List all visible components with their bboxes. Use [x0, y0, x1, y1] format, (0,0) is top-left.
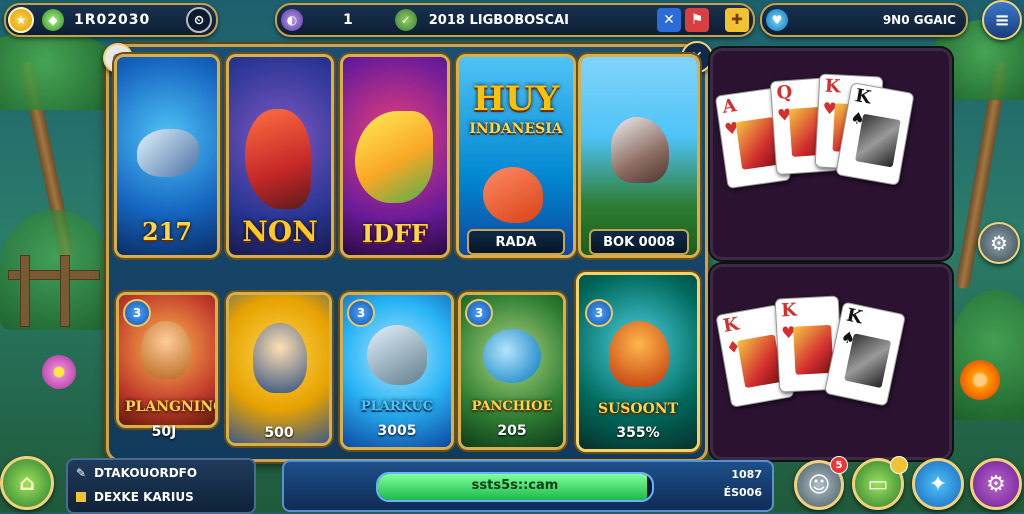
info-line-2: DEXKE KARIUS: [94, 490, 194, 504]
progress-right-line-1: 1087: [731, 468, 762, 481]
card-face-art: [844, 333, 892, 389]
lantern-icon: [483, 329, 541, 383]
menu-button[interactable]: ≡: [982, 0, 1022, 40]
card-rank: A: [720, 95, 738, 118]
character-portrait: [609, 321, 669, 387]
bonus-pill[interactable]: ♥ 9N0 GGAIC: [760, 3, 968, 37]
level-badge: 3: [347, 299, 375, 327]
card-face-art: [855, 113, 901, 168]
char-card-4[interactable]: 3 PANCHIOE 205: [458, 292, 566, 450]
balance-value: 1R02030: [74, 12, 151, 28]
card-table-bottom[interactable]: K ♦ K ♥ K ♠: [710, 264, 952, 460]
card-table-top[interactable]: A ♥ Q ♥ K ♥ K ♠: [710, 48, 952, 260]
char-card-1[interactable]: 3 PLANGNING: [116, 292, 218, 428]
level-badge: 3: [123, 299, 151, 327]
character-portrait: [253, 323, 307, 393]
char-card-5-value: 355%: [616, 425, 660, 441]
game-card-4-subtitle: INDANESIA: [469, 121, 563, 137]
progress-right-line-2: ÉS006: [723, 486, 762, 499]
char-card-5-caption: SUSOONT: [597, 401, 679, 417]
pencil-icon: ✎: [76, 466, 87, 480]
level-badge: 3: [465, 299, 493, 327]
char-card-1-value: 50J: [151, 424, 177, 440]
balance-pill[interactable]: ★ ◆ 1R02030 ⏲: [4, 3, 218, 37]
game-card-1[interactable]: 217: [114, 54, 220, 258]
game-card-4-value: RADA: [467, 229, 565, 255]
card-face-art: [793, 324, 834, 375]
char-card-5[interactable]: 3 SUSOONT 355%: [576, 272, 700, 452]
game-card-2[interactable]: NON: [226, 54, 334, 258]
fish-icon: [367, 325, 427, 385]
bonus-text: 9N0 GGAIC: [882, 13, 956, 27]
ticket-icon: [76, 492, 86, 502]
game-card-4[interactable]: HUY INDANESIA RADA: [456, 54, 576, 258]
card-rank: K: [824, 75, 842, 98]
flower-icon: [42, 355, 76, 389]
game-card-3[interactable]: IDFF: [340, 54, 450, 258]
flag-icon[interactable]: ⚑: [685, 8, 709, 32]
notification-badge: 5: [830, 456, 848, 474]
home-button[interactable]: ⌂: [0, 456, 54, 510]
progress-track: ssts5s::cam: [376, 472, 654, 502]
heart-gem-icon: ♥: [766, 9, 788, 31]
info-line-1: DTAKOUORDFO: [94, 466, 198, 480]
event-count: 1: [343, 12, 353, 28]
fish-icon: [355, 111, 433, 203]
shield-icon: ◐: [281, 9, 303, 31]
gem-icon: ◆: [42, 9, 64, 31]
home-star-icon: ★: [8, 7, 34, 33]
settings-gear-button[interactable]: ⚙: [978, 222, 1020, 264]
char-card-3-value: 3005: [377, 423, 417, 439]
character-portrait: [141, 321, 191, 379]
char-card-2[interactable]: 500: [226, 292, 332, 446]
gift-icon[interactable]: ✚: [725, 8, 749, 32]
shop-dot-icon: [890, 456, 908, 474]
clock-icon[interactable]: ⏲: [186, 7, 212, 33]
card-rank: K: [844, 304, 865, 329]
close-icon[interactable]: ✕: [657, 8, 681, 32]
fish-icon: [137, 129, 199, 177]
progress-panel: ssts5s::cam 1087 ÉS006: [282, 460, 774, 512]
card-rank: K: [780, 299, 798, 322]
card-rank: Q: [775, 81, 794, 104]
char-card-3[interactable]: 3 PLARKUC 3005: [340, 292, 454, 450]
event-pill[interactable]: ◐ 1 ✓ 2018 LIGBOBOSCAI ✕ ⚑ ✚: [275, 3, 755, 37]
game-card-1-caption: 217: [141, 217, 193, 246]
card-rank: K: [853, 85, 873, 109]
level-badge: 3: [585, 299, 613, 327]
info-panel: ✎ DTAKOUORDFO DEXKE KARIUS: [66, 458, 256, 514]
card-rank: K: [721, 313, 741, 337]
game-card-5-value: BOK 0008: [589, 229, 689, 255]
char-card-4-caption: PANCHIOE: [471, 399, 553, 414]
game-card-2-caption: NON: [242, 215, 318, 248]
char-card-4-value: 205: [497, 423, 527, 439]
event-text: 2018 LIGBOBOSCAI: [428, 12, 569, 28]
settings-button[interactable]: ⚙: [970, 458, 1022, 510]
progress-label: ssts5s::cam: [471, 478, 559, 493]
tools-button[interactable]: ✦: [912, 458, 964, 510]
fish-icon: [483, 167, 543, 223]
game-card-3-caption: IDFF: [361, 219, 429, 248]
game-card-5[interactable]: BOK 0008: [578, 54, 700, 258]
char-card-2-value: 500: [264, 425, 294, 441]
char-card-3-caption: PLARKUC: [360, 399, 434, 414]
leaf-icon: ✓: [394, 9, 417, 31]
char-card-1-caption: PLANGNING: [125, 399, 218, 415]
game-card-4-title: HUY: [472, 79, 560, 119]
